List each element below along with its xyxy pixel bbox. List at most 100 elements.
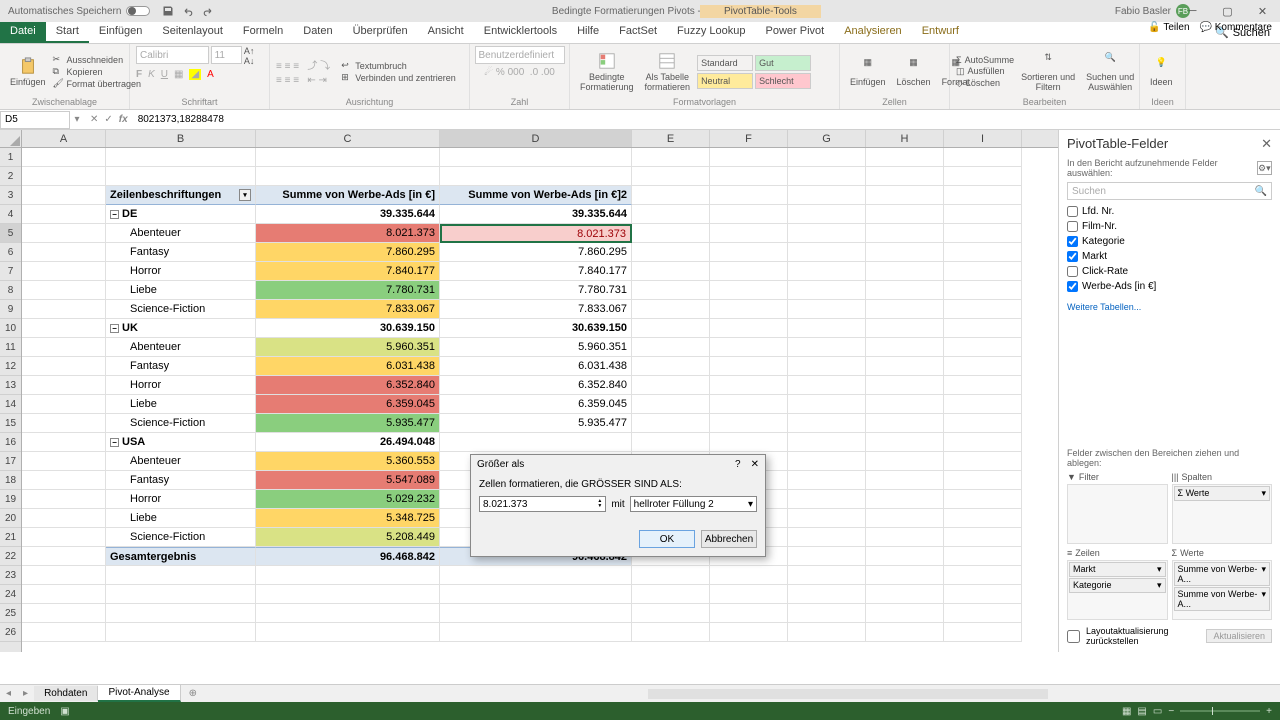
tab-powerpivot[interactable]: Power Pivot bbox=[756, 22, 835, 43]
spinner-icon[interactable]: ▲▼ bbox=[597, 499, 602, 509]
ideas-button[interactable]: 💡Ideen bbox=[1146, 55, 1177, 89]
view-normal-icon[interactable]: ▦ bbox=[1122, 706, 1131, 717]
merge-center-button[interactable]: ⊞Verbinden und zentrieren bbox=[341, 72, 456, 83]
row-header[interactable]: 21 bbox=[0, 528, 21, 547]
font-select[interactable]: Calibri bbox=[136, 46, 209, 64]
close-button[interactable]: ✕ bbox=[1245, 0, 1280, 22]
row-header[interactable]: 9 bbox=[0, 300, 21, 319]
row-header[interactable]: 3 bbox=[0, 186, 21, 205]
fx-icon[interactable]: fx bbox=[119, 114, 128, 125]
sheet-tab-pivot-analyse[interactable]: Pivot-Analyse bbox=[98, 685, 180, 702]
field-item[interactable]: Film-Nr. bbox=[1067, 219, 1272, 234]
update-button[interactable]: Aktualisieren bbox=[1206, 629, 1272, 643]
row-header[interactable]: 16 bbox=[0, 433, 21, 452]
cell[interactable]: 6.359.045 bbox=[440, 395, 632, 414]
threshold-input[interactable]: 8.021.373 ▲▼ bbox=[479, 496, 606, 512]
pivot-item-row[interactable]: Fantasy bbox=[106, 243, 256, 262]
select-all-cell[interactable] bbox=[0, 130, 21, 148]
pivot-item-row[interactable]: Liebe bbox=[106, 395, 256, 414]
bold-button[interactable]: F bbox=[136, 69, 142, 80]
field-item[interactable]: Kategorie bbox=[1067, 234, 1272, 249]
row-header[interactable]: 11 bbox=[0, 338, 21, 357]
minimize-button[interactable]: ─ bbox=[1175, 0, 1210, 22]
zone-columns[interactable]: Σ Werte▾ bbox=[1172, 484, 1273, 544]
horizontal-scrollbar[interactable] bbox=[648, 689, 1048, 699]
pivot-item-row[interactable]: Horror bbox=[106, 490, 256, 509]
undo-icon[interactable] bbox=[182, 5, 194, 17]
wrap-text-button[interactable]: ↩Textumbruch bbox=[341, 60, 456, 71]
pivot-item-row[interactable]: Abenteuer bbox=[106, 338, 256, 357]
zoom-in-button[interactable]: + bbox=[1266, 706, 1272, 717]
add-sheet-icon[interactable]: ⊕ bbox=[181, 688, 205, 699]
tab-seitenlayout[interactable]: Seitenlayout bbox=[152, 22, 233, 43]
field-item[interactable]: Lfd. Nr. bbox=[1067, 204, 1272, 219]
conditional-formatting-button[interactable]: Bedingte Formatierung bbox=[576, 50, 638, 94]
field-checkbox[interactable] bbox=[1067, 206, 1078, 217]
zoom-slider[interactable] bbox=[1180, 710, 1260, 712]
fill-button[interactable]: ◫Ausfüllen bbox=[956, 66, 1014, 77]
zone-item[interactable]: Summe von Werbe-A...▾ bbox=[1174, 587, 1271, 611]
save-icon[interactable] bbox=[162, 5, 174, 17]
row-header[interactable]: 25 bbox=[0, 604, 21, 623]
collapse-icon[interactable]: − bbox=[110, 324, 119, 333]
tab-einfuegen[interactable]: Einfügen bbox=[89, 22, 152, 43]
sheet-tab-rohdaten[interactable]: Rohdaten bbox=[34, 686, 98, 701]
row-header[interactable]: 24 bbox=[0, 585, 21, 604]
col-header[interactable]: H bbox=[866, 130, 944, 147]
row-header[interactable]: 22 bbox=[0, 547, 21, 566]
accept-formula-icon[interactable]: ✓ bbox=[104, 114, 112, 125]
insert-cells-button[interactable]: ▦Einfügen bbox=[846, 55, 890, 89]
col-header[interactable]: A bbox=[22, 130, 106, 147]
redo-icon[interactable] bbox=[202, 5, 214, 17]
col-header[interactable]: G bbox=[788, 130, 866, 147]
cut-button[interactable]: ✂Ausschneiden bbox=[53, 54, 142, 65]
row-header[interactable]: 4 bbox=[0, 205, 21, 224]
tab-analysieren[interactable]: Analysieren bbox=[834, 22, 911, 43]
pivot-item-row[interactable]: Abenteuer bbox=[106, 452, 256, 471]
gear-icon[interactable]: ⚙▾ bbox=[1257, 161, 1272, 175]
zone-filter[interactable] bbox=[1067, 484, 1168, 544]
tab-hilfe[interactable]: Hilfe bbox=[567, 22, 609, 43]
tab-entwurf[interactable]: Entwurf bbox=[912, 22, 969, 43]
cell[interactable]: 8.021.373 bbox=[440, 224, 632, 243]
pivot-item-row[interactable]: Science-Fiction bbox=[106, 414, 256, 433]
row-header[interactable]: 2 bbox=[0, 167, 21, 186]
autosum-button[interactable]: ΣAutoSumme bbox=[956, 55, 1014, 65]
col-header[interactable]: E bbox=[632, 130, 710, 147]
fill-color-button[interactable]: ◢ bbox=[189, 69, 201, 80]
pivot-group-row[interactable]: −USA bbox=[106, 433, 256, 452]
row-header[interactable]: 6 bbox=[0, 243, 21, 262]
number-format-select[interactable]: Benutzerdefiniert bbox=[475, 46, 565, 64]
clear-button[interactable]: ◇Löschen bbox=[956, 78, 1014, 89]
cancel-formula-icon[interactable]: ✕ bbox=[90, 114, 98, 125]
tab-datei[interactable]: Datei bbox=[0, 22, 46, 43]
zone-item[interactable]: Summe von Werbe-A...▾ bbox=[1174, 562, 1271, 586]
collapse-icon[interactable]: − bbox=[110, 210, 119, 219]
macro-record-icon[interactable]: ▣ bbox=[60, 706, 69, 717]
autosave-toggle[interactable]: Automatisches Speichern bbox=[8, 6, 150, 17]
field-checkbox[interactable] bbox=[1067, 221, 1078, 232]
field-checkbox[interactable] bbox=[1067, 281, 1078, 292]
tab-ansicht[interactable]: Ansicht bbox=[418, 22, 474, 43]
zone-values[interactable]: Summe von Werbe-A...▾ Summe von Werbe-A.… bbox=[1172, 560, 1273, 620]
pivot-item-row[interactable]: Horror bbox=[106, 376, 256, 395]
zone-item[interactable]: Markt▾ bbox=[1069, 562, 1166, 577]
tab-ueberpruefen[interactable]: Überprüfen bbox=[343, 22, 418, 43]
maximize-button[interactable]: ▢ bbox=[1210, 0, 1245, 22]
pivot-item-row[interactable]: Science-Fiction bbox=[106, 300, 256, 319]
row-header[interactable]: 12 bbox=[0, 357, 21, 376]
style-neutral[interactable]: Neutral bbox=[697, 73, 753, 89]
dialog-close-icon[interactable]: ✕ bbox=[751, 459, 759, 470]
col-header[interactable]: C bbox=[256, 130, 440, 147]
tab-formeln[interactable]: Formeln bbox=[233, 22, 293, 43]
pivot-item-row[interactable]: Liebe bbox=[106, 281, 256, 300]
cell[interactable]: 6.352.840 bbox=[440, 376, 632, 395]
row-header[interactable]: 20 bbox=[0, 509, 21, 528]
row-header[interactable]: 7 bbox=[0, 262, 21, 281]
col-header[interactable]: D bbox=[440, 130, 632, 147]
field-item[interactable]: Markt bbox=[1067, 249, 1272, 264]
dialog-help-icon[interactable]: ? bbox=[735, 459, 741, 470]
pivot-item-row[interactable]: Fantasy bbox=[106, 471, 256, 490]
row-header[interactable]: 23 bbox=[0, 566, 21, 585]
pivot-item-row[interactable]: Horror bbox=[106, 262, 256, 281]
